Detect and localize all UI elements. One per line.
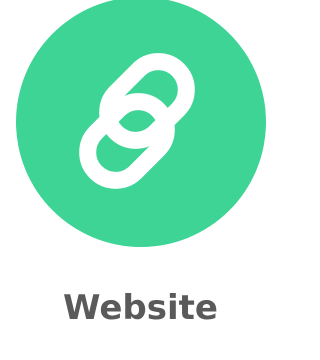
website-tile[interactable]: Website <box>0 0 281 360</box>
website-label[interactable]: Website <box>0 288 281 328</box>
link-icon <box>79 53 195 189</box>
website-icon-circle[interactable] <box>16 0 266 247</box>
